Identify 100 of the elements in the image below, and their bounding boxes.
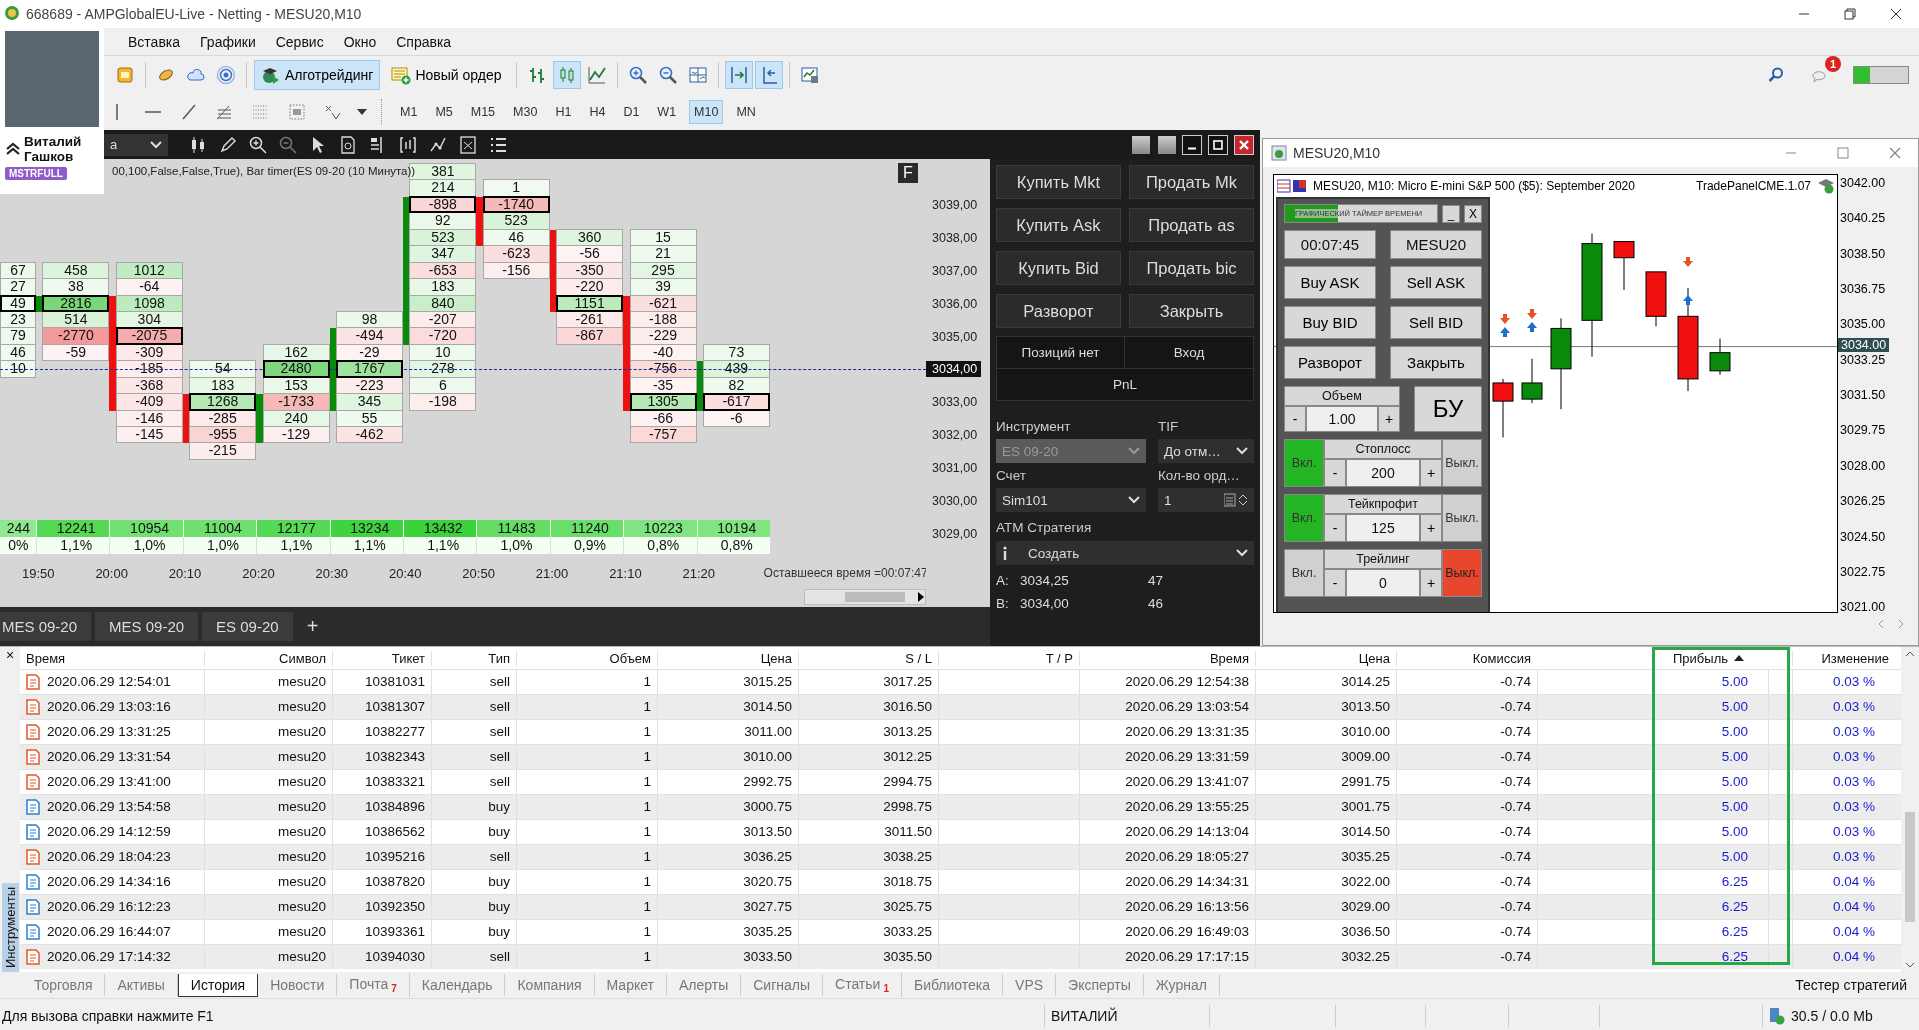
column-header[interactable]: Объем (516, 650, 657, 666)
column-header[interactable]: Изменение (1792, 650, 1895, 666)
timeframe-button[interactable]: M15 (466, 100, 500, 123)
timeframe-button[interactable]: M10 (690, 100, 723, 123)
setting-field[interactable]: 0 (1346, 569, 1420, 597)
column-header[interactable]: Цена (1255, 650, 1396, 666)
bottom-tab[interactable]: Почта $_{7}$ (337, 972, 410, 998)
calculator-spinner-icon[interactable] (1224, 493, 1248, 507)
decrease-button[interactable]: - (1324, 514, 1346, 542)
window-option-button[interactable] (1132, 135, 1150, 154)
strategy-tester-tab[interactable]: Тестер стратегий (1783, 974, 1919, 996)
bottom-tab[interactable]: Библиотека (901, 974, 1004, 996)
setting-field[interactable]: 200 (1346, 459, 1420, 487)
trade-button[interactable]: Buy ASK (1284, 266, 1376, 299)
bottom-tab[interactable]: Эксперты (1056, 974, 1144, 996)
timeframe-button[interactable]: MN (732, 100, 760, 123)
column-header[interactable]: Цена (657, 650, 798, 666)
horizontal-scrollbar[interactable] (804, 589, 926, 605)
bottom-tab[interactable]: Журнал (1143, 974, 1220, 996)
algo-trading-button[interactable]: Алготрейдинг (254, 59, 381, 90)
bottom-tab[interactable]: Новости (258, 974, 338, 996)
close-button[interactable] (1234, 134, 1254, 155)
instrument-tab[interactable]: MES 09-20 (95, 612, 199, 641)
column-header[interactable]: T / P (938, 650, 1079, 666)
minimize-icon[interactable] (1798, 13, 1810, 15)
side-tab[interactable]: Инструменты (1, 882, 19, 972)
order-button[interactable]: Продать as (1129, 208, 1254, 242)
maximize-icon[interactable] (1837, 147, 1849, 159)
setting-field[interactable]: 125 (1346, 514, 1420, 542)
trade-button[interactable]: Закрыть (1390, 346, 1482, 379)
timeframe-button[interactable]: H1 (551, 100, 576, 123)
atm-strategy-select[interactable]: Создать (996, 541, 1254, 565)
order-button[interactable]: Продать bic (1129, 251, 1254, 285)
instrument-tab[interactable]: ES 09-20 (202, 612, 293, 641)
vertical-scrollbar[interactable] (1901, 647, 1919, 972)
disable-button[interactable]: Выкл. (1442, 439, 1482, 487)
trade-button[interactable]: Sell ASK (1390, 266, 1482, 299)
scrollbar-thumb[interactable] (1905, 812, 1915, 922)
bottom-tab[interactable]: Календарь (409, 974, 506, 996)
disable-button[interactable]: Выкл. (1442, 494, 1482, 542)
bottom-tab[interactable]: Сигналы (741, 974, 823, 996)
chart-shift-icon[interactable] (755, 61, 782, 88)
tif-select[interactable]: До отм… (1158, 439, 1254, 463)
order-button[interactable]: Купить Ask (996, 208, 1121, 242)
restore-icon[interactable] (1844, 8, 1856, 20)
bottom-tab[interactable]: VPS (1003, 974, 1057, 996)
account-select[interactable]: Sim101 (996, 488, 1146, 512)
panel-close-button[interactable]: X (1464, 204, 1482, 223)
menu-item[interactable]: Справка (388, 30, 460, 53)
trade-button[interactable]: Buy BID (1284, 306, 1376, 339)
column-header[interactable]: Комиссия (1396, 650, 1537, 666)
instrument-tab[interactable]: MES 09-20 (0, 612, 92, 641)
trade-button[interactable]: Sell BID (1390, 306, 1482, 339)
column-header[interactable]: Прибыль (1652, 650, 1768, 666)
bottom-tab[interactable]: Маркет (594, 974, 667, 996)
disable-button[interactable]: Выкл. (1442, 549, 1482, 597)
close-button[interactable]: × (5, 647, 15, 663)
increase-button[interactable]: + (1420, 459, 1442, 487)
decrease-button[interactable]: - (1284, 406, 1306, 432)
timeframe-button[interactable]: M30 (509, 100, 542, 123)
enable-button[interactable]: Вкл. (1284, 439, 1324, 487)
enable-button[interactable]: Вкл. (1284, 549, 1324, 597)
menu-item[interactable]: Вставка (120, 30, 189, 53)
column-header[interactable]: Время (20, 650, 204, 666)
bottom-tab[interactable]: Торговля (22, 974, 106, 996)
timeframe-button[interactable]: M5 (431, 100, 457, 123)
order-button[interactable]: Закрыть (1129, 294, 1254, 328)
menu-item[interactable]: Окно (335, 30, 385, 53)
timeframe-button[interactable]: W1 (653, 100, 681, 123)
menu-item[interactable]: Графики (192, 30, 264, 53)
close-icon[interactable] (1890, 8, 1902, 20)
trade-button[interactable]: Разворот (1284, 346, 1376, 379)
order-button[interactable]: Разворот (996, 294, 1121, 328)
panel-minimize-button[interactable]: _ (1442, 204, 1460, 223)
new-order-button[interactable]: Новый ордер (384, 59, 509, 90)
column-header[interactable]: Тикет (332, 650, 431, 666)
timeframe-button[interactable]: D1 (619, 100, 644, 123)
bottom-tab[interactable]: История (177, 973, 259, 997)
bottom-tab[interactable]: Активы (105, 974, 178, 996)
order-button[interactable]: Купить Bid (996, 251, 1121, 285)
scroll-up-icon[interactable] (1905, 651, 1915, 657)
order-count-field[interactable]: 1 (1158, 488, 1254, 512)
volume-field[interactable]: 1.00 (1306, 406, 1378, 432)
bottom-tab[interactable]: Алерты (666, 974, 742, 996)
scroll-right-icon[interactable] (917, 592, 925, 602)
timeframe-button[interactable]: M1 (396, 100, 422, 123)
increase-button[interactable]: + (1378, 406, 1400, 432)
column-header[interactable]: Время (1079, 650, 1255, 666)
window-option-button[interactable] (1158, 135, 1176, 154)
decrease-button[interactable]: - (1324, 459, 1346, 487)
scroll-left-icon[interactable] (1878, 619, 1884, 629)
menu-item[interactable]: Сервис (267, 30, 332, 53)
order-button[interactable]: Продать Mk (1129, 165, 1254, 199)
column-header[interactable]: Тип (431, 650, 516, 666)
bottom-tab[interactable]: Статьи $_{1}$ (823, 972, 902, 998)
minimize-button[interactable] (1182, 134, 1202, 155)
column-header[interactable]: Символ (204, 650, 332, 666)
order-button[interactable]: Купить Mkt (996, 165, 1121, 199)
candlestick-icon[interactable] (553, 61, 580, 88)
bottom-tab[interactable]: Компания (505, 974, 595, 996)
